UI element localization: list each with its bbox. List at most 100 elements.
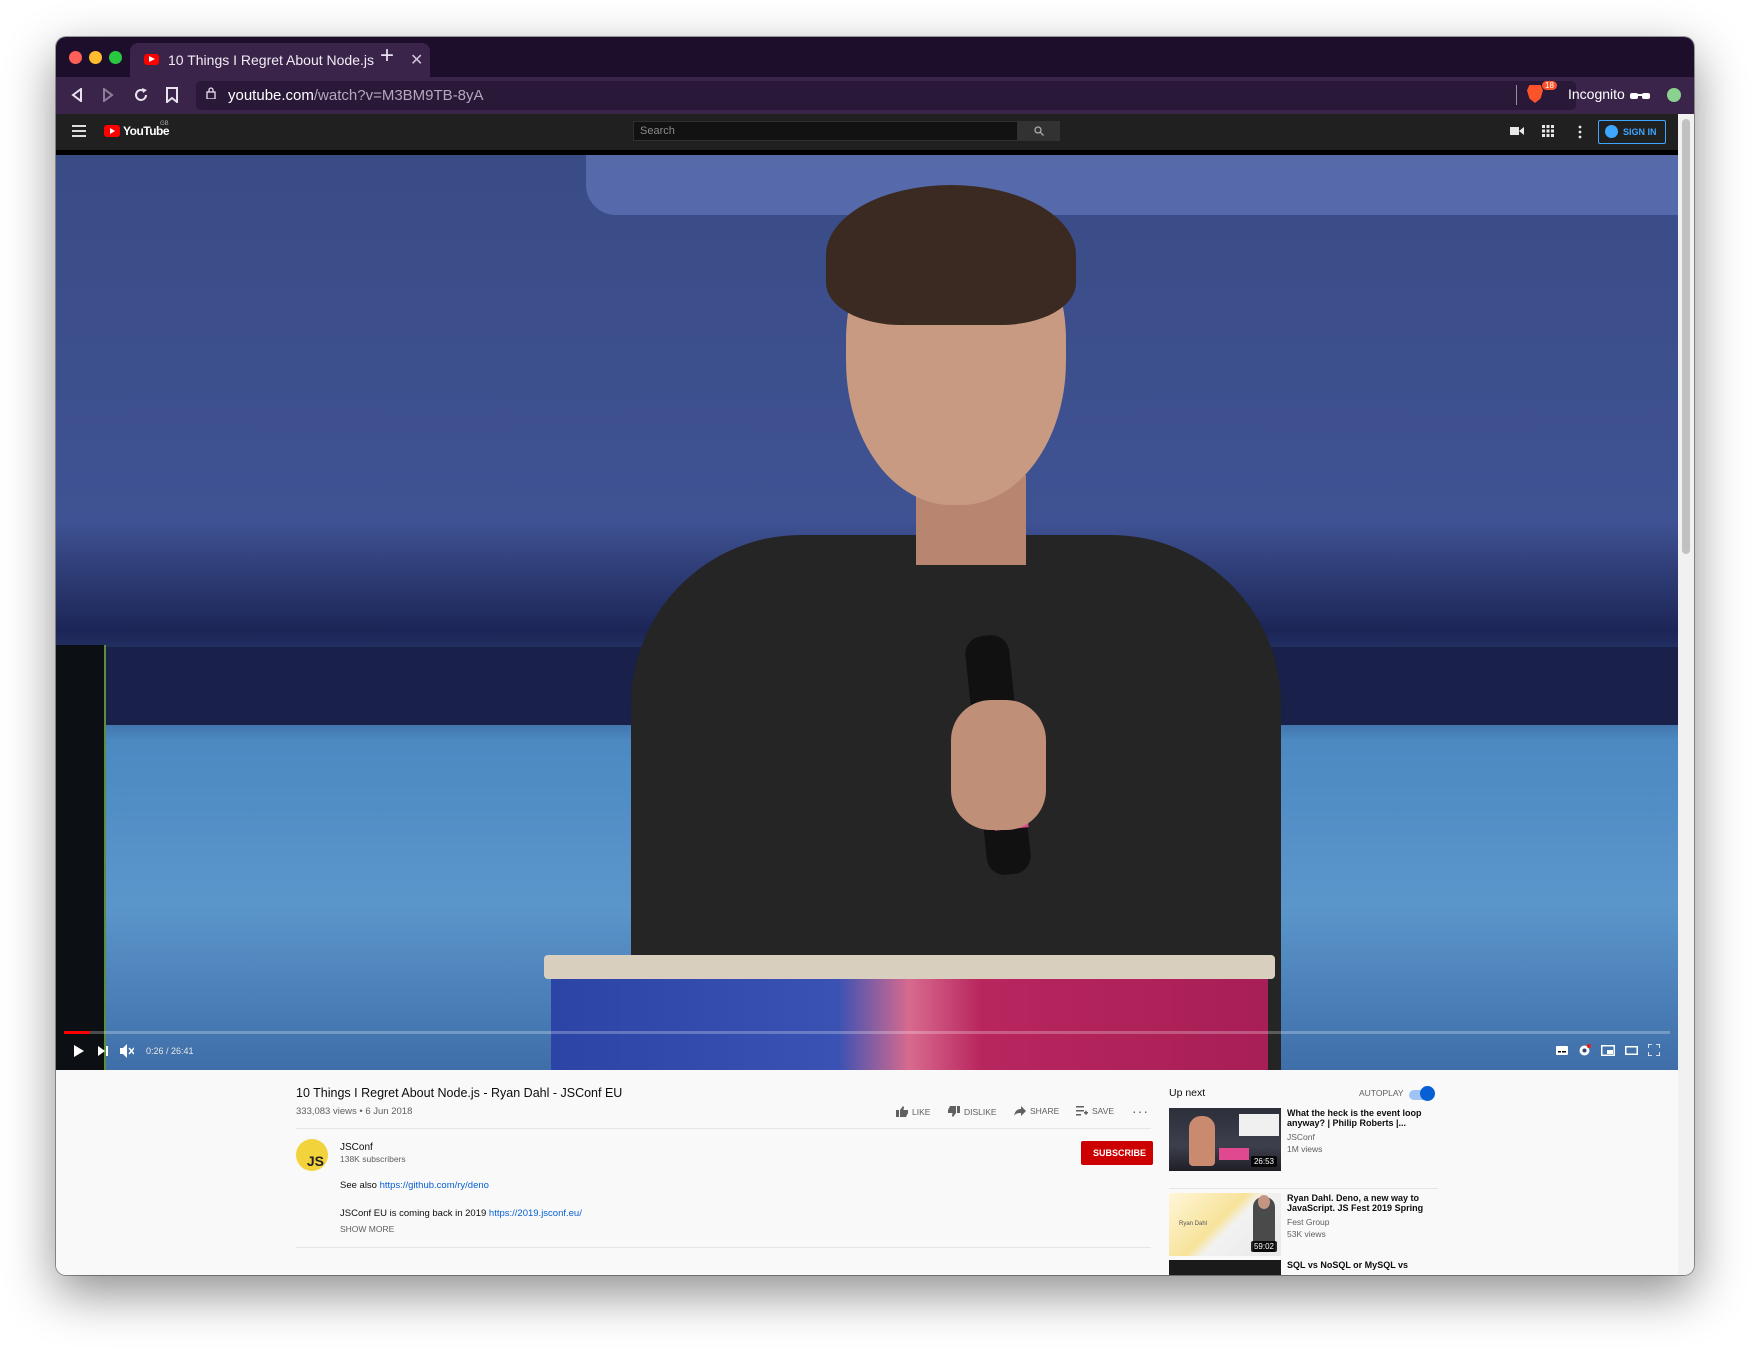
podium [551, 979, 1268, 1070]
shields-count-badge: 18 [1542, 81, 1557, 90]
description-link[interactable]: https://2019.jsconf.eu/ [489, 1208, 582, 1219]
stage-left-panel [56, 645, 104, 1070]
guide-menu-icon[interactable] [72, 125, 86, 137]
account-icon [1605, 125, 1618, 138]
lock-icon [206, 87, 216, 99]
tab-strip: 10 Things I Regret About Node.js ✕ + [56, 37, 1694, 77]
more-actions-icon[interactable]: ··· [1132, 1103, 1149, 1119]
tab-title: 10 Things I Regret About Node.js [168, 52, 374, 68]
dislike-button[interactable]: DISLIKE [948, 1106, 997, 1117]
divider [296, 1247, 1151, 1248]
mute-icon[interactable] [120, 1044, 134, 1058]
close-window-button[interactable] [69, 51, 82, 64]
save-label: SAVE [1092, 1106, 1115, 1116]
bookmark-icon[interactable] [166, 87, 178, 103]
address-bar[interactable]: youtube.com/watch?v=M3BM9TB-8yA [196, 81, 1576, 110]
recommended-channel: JSConf [1287, 1132, 1315, 1142]
search-placeholder: Search [640, 125, 675, 137]
incognito-glasses-icon [1630, 93, 1650, 99]
theater-mode-icon[interactable] [1625, 1046, 1638, 1055]
recommended-views: 53K views [1287, 1229, 1326, 1239]
miniplayer-icon[interactable] [1601, 1045, 1615, 1056]
dislike-label: DISLIKE [964, 1106, 997, 1117]
apps-grid-icon[interactable] [1542, 125, 1554, 137]
channel-avatar[interactable]: JS [296, 1139, 328, 1171]
like-button[interactable]: LIKE [896, 1106, 930, 1117]
up-next-heading: Up next [1169, 1087, 1206, 1099]
sign-in-button[interactable]: SIGN IN [1598, 120, 1666, 144]
recommended-title[interactable]: SQL vs NoSQL or MySQL vs [1287, 1260, 1437, 1270]
zoom-window-button[interactable] [109, 51, 122, 64]
divider [1169, 1188, 1438, 1189]
share-label: SHARE [1030, 1106, 1060, 1116]
toolbar-separator [1516, 85, 1517, 105]
watch-info: 10 Things I Regret About Node.js - Ryan … [56, 1070, 1678, 1275]
time-display: 0:26 / 26:41 [146, 1046, 194, 1056]
video-duration: 59:02 [1250, 1241, 1277, 1252]
tab-close-icon[interactable]: ✕ [410, 50, 423, 70]
url-text: youtube.com/watch?v=M3BM9TB-8yA [228, 87, 484, 104]
video-thumbnail[interactable]: Ryan Dahl 59:02 [1169, 1193, 1281, 1256]
search-input[interactable]: Search [633, 121, 1018, 141]
save-button[interactable]: SAVE [1076, 1106, 1114, 1116]
back-icon[interactable] [71, 88, 83, 102]
thumbnail-caption: Ryan Dahl [1179, 1221, 1208, 1227]
recommended-title[interactable]: What the heck is the event loop anyway? … [1287, 1108, 1437, 1128]
youtube-logo-icon[interactable] [104, 125, 120, 137]
show-more-button[interactable]: SHOW MORE [340, 1224, 394, 1234]
channel-name[interactable]: JSConf [340, 1142, 373, 1153]
recommended-title[interactable]: Ryan Dahl. Deno, a new way to JavaScript… [1287, 1193, 1437, 1213]
settings-gear-icon[interactable] [1578, 1044, 1591, 1057]
share-icon [1014, 1106, 1026, 1116]
new-tab-button[interactable]: + [380, 42, 394, 70]
progress-bar[interactable] [64, 1031, 1670, 1034]
thumbs-up-icon [896, 1106, 908, 1117]
search-button[interactable] [1018, 121, 1060, 141]
profile-avatar[interactable] [1667, 88, 1681, 102]
subscriber-count: 138K subscribers [340, 1154, 406, 1164]
play-icon[interactable] [73, 1045, 84, 1057]
search-icon [1034, 126, 1044, 136]
reload-icon[interactable] [133, 87, 149, 103]
description-line: See also https://github.com/ry/deno [340, 1180, 489, 1191]
share-button[interactable]: SHARE [1014, 1106, 1059, 1116]
sign-in-label: SIGN IN [1623, 127, 1657, 137]
next-icon[interactable] [98, 1046, 109, 1056]
recommended-channel: Fest Group [1287, 1217, 1330, 1227]
settings-more-icon[interactable] [1578, 125, 1582, 139]
progress-played [64, 1031, 90, 1034]
youtube-favicon-icon [144, 54, 159, 65]
browser-window: 10 Things I Regret About Node.js ✕ + you… [56, 37, 1694, 1275]
subtitles-icon[interactable] [1556, 1046, 1568, 1055]
like-label: LIKE [912, 1106, 931, 1117]
speaker-hair [826, 185, 1076, 325]
autoplay-toggle-knob[interactable] [1420, 1086, 1435, 1101]
thumbs-down-icon [948, 1106, 960, 1117]
description-line: JSConf EU is coming back in 2019 https:/… [340, 1208, 582, 1219]
incognito-label[interactable]: Incognito [1568, 86, 1625, 102]
video-meta: 333,083 views • 6 Jun 2018 [296, 1106, 413, 1117]
video-thumbnail[interactable]: 26:53 [1169, 1108, 1281, 1171]
video-player[interactable]: 0:26 / 26:41 [56, 155, 1678, 1070]
create-video-icon[interactable] [1510, 126, 1524, 136]
youtube-masthead: YouTube GB Search SIGN IN [56, 114, 1678, 150]
autoplay-label: AUTOPLAY [1359, 1088, 1404, 1098]
video-title: 10 Things I Regret About Node.js - Ryan … [296, 1086, 623, 1100]
subscribe-button[interactable]: SUBSCRIBE [1081, 1141, 1153, 1165]
add-to-playlist-icon [1076, 1106, 1088, 1116]
speaker-hand [951, 700, 1046, 830]
recommended-views: 1M views [1287, 1144, 1323, 1154]
description-link[interactable]: https://github.com/ry/deno [380, 1180, 489, 1191]
stage-edge [104, 645, 106, 1070]
region-code: GB [160, 121, 169, 127]
video-duration: 26:53 [1250, 1156, 1277, 1167]
forward-icon[interactable] [102, 88, 114, 102]
minimize-window-button[interactable] [89, 51, 102, 64]
divider [296, 1128, 1151, 1129]
stage-backdrop [586, 155, 1678, 215]
fullscreen-icon[interactable] [1648, 1044, 1660, 1056]
podium-top [544, 955, 1275, 979]
page-scrollbar-thumb[interactable] [1682, 119, 1690, 554]
browser-toolbar: youtube.com/watch?v=M3BM9TB-8yA 18 Incog… [56, 77, 1694, 114]
video-thumbnail[interactable] [1169, 1260, 1281, 1275]
